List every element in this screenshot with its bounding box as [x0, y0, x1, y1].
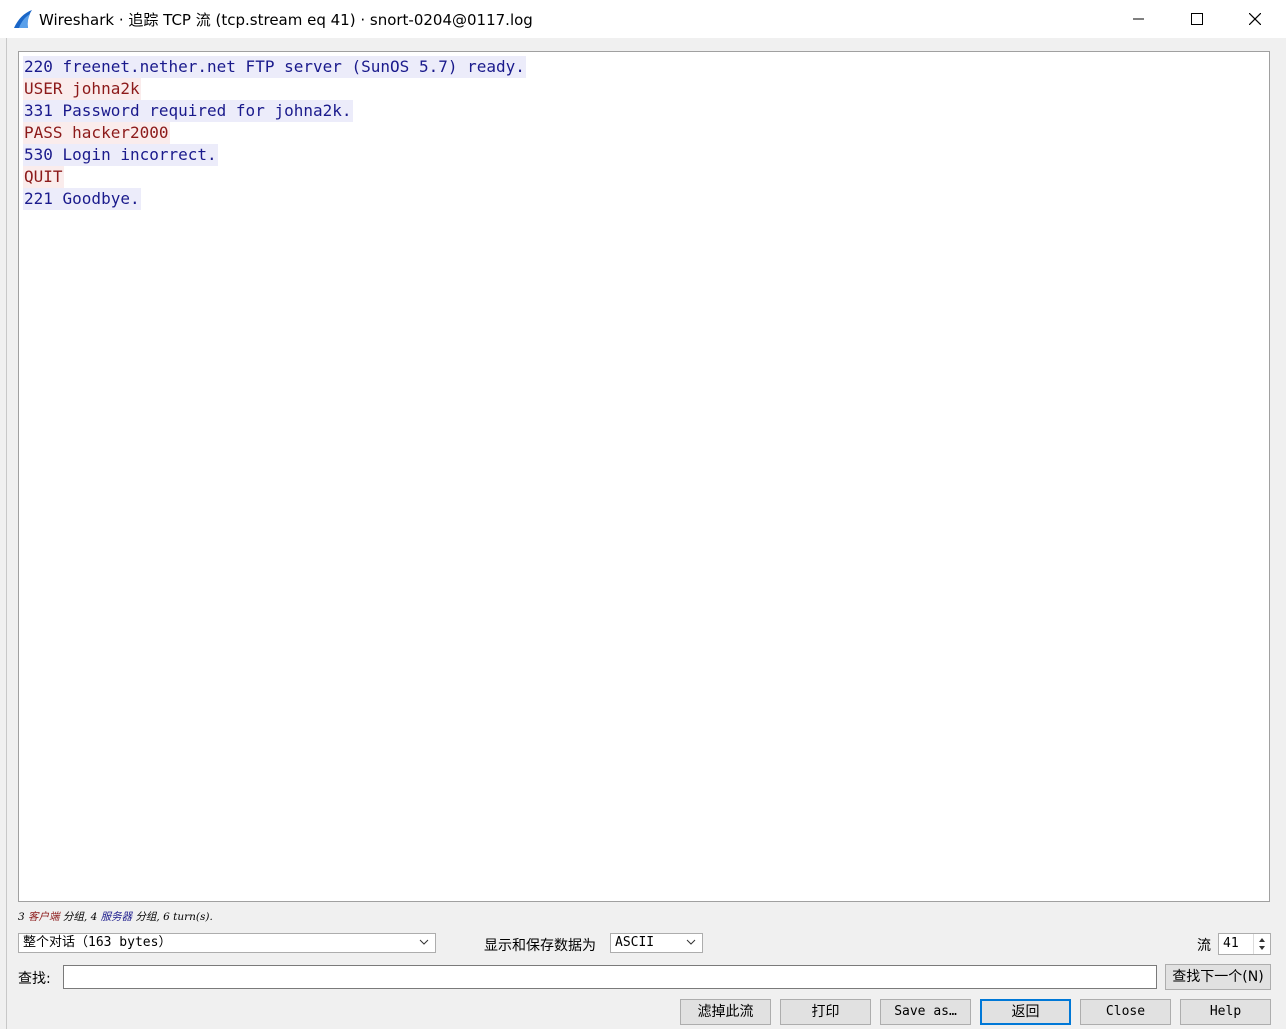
find-label: 查找: [18, 971, 51, 987]
stream-line: 530 Login incorrect. [23, 144, 218, 166]
find-input[interactable] [63, 965, 1157, 989]
format-label: 显示和保存数据为 [484, 938, 596, 954]
client-label: 客户端 [28, 911, 60, 923]
close-window-button[interactable] [1226, 0, 1284, 38]
stream-content[interactable]: 220 freenet.nether.net FTP server (SunOS… [18, 51, 1270, 902]
save-as-button[interactable]: Save as… [880, 999, 971, 1025]
minimize-icon [1133, 18, 1144, 20]
maximize-button[interactable] [1168, 0, 1226, 38]
filter-out-button[interactable]: 滤掉此流 [680, 999, 771, 1025]
stream-line: 331 Password required for johna2k. [23, 100, 353, 122]
client-count: 3 [18, 911, 25, 923]
stream-line: PASS hacker2000 [23, 122, 170, 144]
stream-line: USER johna2k [23, 78, 141, 100]
maximize-icon [1191, 13, 1203, 25]
stream-number-spinner[interactable]: 41 [1218, 933, 1271, 955]
close-button[interactable]: Close [1080, 999, 1171, 1025]
title-bar: Wireshark · 追踪 TCP 流 (tcp.stream eq 41) … [0, 0, 1286, 38]
stream-number-value: 41 [1223, 936, 1239, 951]
summary-mid: 分组, [62, 911, 88, 923]
stream-label: 流 [1197, 938, 1211, 954]
packet-summary: 3 客户端 分组, 4 服务器 分组, 6 turn(s). [18, 909, 213, 924]
chevron-down-icon [419, 939, 429, 945]
stream-line: 220 freenet.nether.net FTP server (SunOS… [23, 56, 526, 78]
close-icon [1249, 13, 1261, 25]
background-window-edge [0, 38, 7, 1029]
print-button[interactable]: 打印 [780, 999, 871, 1025]
chevron-down-icon [686, 939, 696, 945]
help-button[interactable]: Help [1180, 999, 1271, 1025]
summary-tail: 分组, 6 turn(s). [135, 911, 213, 923]
server-count: 4 [90, 911, 98, 923]
minimize-button[interactable] [1110, 0, 1168, 38]
back-button[interactable]: 返回 [980, 999, 1071, 1025]
stream-line: QUIT [23, 166, 64, 188]
wireshark-fin-icon [14, 10, 32, 28]
server-label: 服务器 [100, 911, 133, 923]
conversation-select-value: 整个对话（163 bytes） [23, 935, 172, 950]
stream-line: 221 Goodbye. [23, 188, 141, 210]
window-title: Wireshark · 追踪 TCP 流 (tcp.stream eq 41) … [39, 11, 533, 29]
conversation-select[interactable]: 整个对话（163 bytes） [18, 933, 436, 953]
spinner-arrows-icon[interactable] [1253, 934, 1270, 954]
format-select[interactable]: ASCII [610, 933, 703, 953]
format-select-value: ASCII [615, 935, 655, 950]
find-next-button[interactable]: 查找下一个(N) [1165, 964, 1271, 990]
